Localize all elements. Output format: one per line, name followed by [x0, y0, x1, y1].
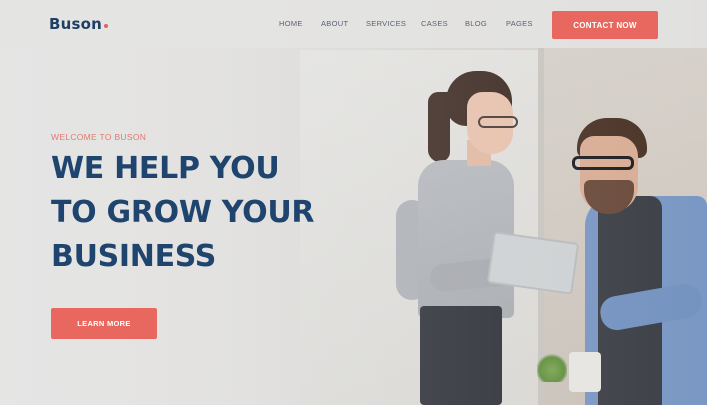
hero-eyebrow: WELCOME TO BUSON: [51, 132, 147, 142]
headline-line: WE HELP YOU: [51, 151, 280, 186]
man-glasses: [572, 156, 634, 170]
hero-headline: WE HELP YOU TO GROW YOUR BUSINESS: [51, 147, 381, 279]
headline-line: TO GROW YOUR: [51, 195, 315, 230]
nav-home[interactable]: HOME: [279, 19, 303, 28]
nav-cases[interactable]: CASES: [421, 19, 448, 28]
contact-now-button[interactable]: CONTACT NOW: [552, 11, 658, 39]
page: Buson HOME ABOUT SERVICES CASES BLOG PAG…: [0, 0, 707, 405]
woman-skirt: [420, 306, 502, 405]
mug: [569, 352, 601, 392]
plant: [537, 352, 567, 382]
nav-pages[interactable]: PAGES: [506, 19, 533, 28]
learn-more-button[interactable]: LEARN MORE: [51, 308, 157, 339]
site-header: Buson HOME ABOUT SERVICES CASES BLOG PAG…: [0, 0, 707, 48]
headline-line: BUSINESS: [51, 239, 217, 274]
nav-blog[interactable]: BLOG: [465, 19, 487, 28]
woman-glasses: [478, 116, 518, 128]
nav-about[interactable]: ABOUT: [321, 19, 348, 28]
nav-services[interactable]: SERVICES: [366, 19, 406, 28]
